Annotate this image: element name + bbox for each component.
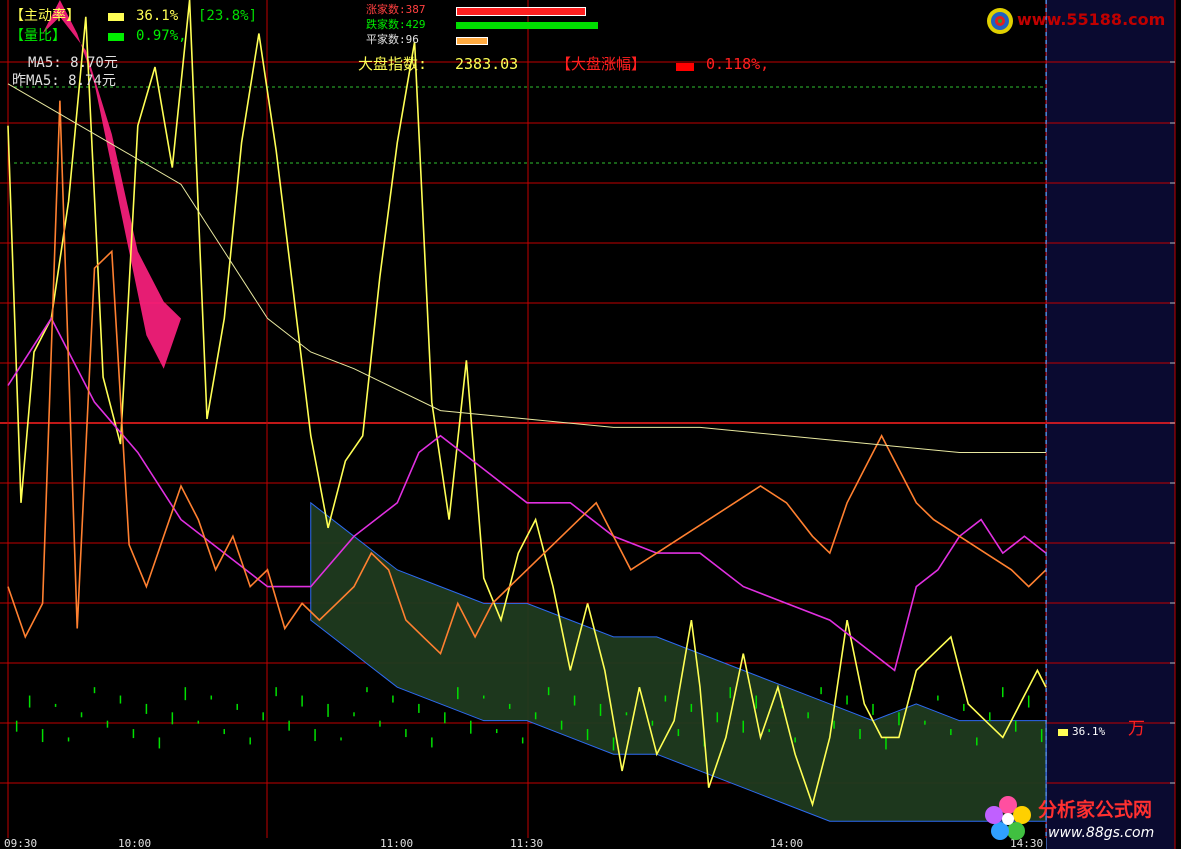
rise-count: 涨家数:387: [366, 3, 426, 16]
rise-bar: [456, 7, 586, 16]
time-label-1100: 11:00: [380, 837, 414, 849]
ma5-label: MA5: 8.70元: [28, 55, 118, 71]
time-label-0930: 09:30: [4, 837, 38, 849]
index-change-label: 【大盘涨幅】: [556, 55, 647, 73]
time-label-1400: 14:00: [770, 837, 804, 849]
zhudong-bracket: [23.8%]: [198, 8, 258, 24]
liangbi-value: 0.97%,: [136, 28, 187, 44]
logo-bottom-url: www.88gs.com: [1048, 825, 1155, 841]
time-label-1130: 11:30: [510, 837, 544, 849]
site-logo-top[interactable]: www.55188.com: [985, 6, 1175, 36]
annotation-swatch: [1058, 729, 1068, 736]
site-logo-bottom[interactable]: 分析家公式网 www.88gs.com: [982, 793, 1177, 845]
zhudong-label: 【主动率】: [10, 8, 80, 24]
chart-canvas: [0, 0, 1176, 849]
volume-band: [310, 501, 1047, 822]
index-change-swatch: [676, 63, 694, 71]
annotation-suffix: 万: [1128, 719, 1145, 739]
flower-logo-icon: [985, 796, 1031, 840]
time-label-1000: 10:00: [118, 837, 152, 849]
swirl-logo-icon: [987, 8, 1013, 34]
right-panel: [1046, 0, 1175, 849]
flat-count: 平家数:96: [366, 33, 419, 46]
logo-top-url: www.55188.com: [1017, 10, 1166, 29]
average-line: [7, 83, 1046, 454]
zhudong-value: 36.1%: [136, 8, 179, 24]
logo-bottom-name: 分析家公式网: [1038, 799, 1153, 821]
flat-bar: [456, 37, 488, 45]
index-value: 2383.03: [455, 55, 519, 73]
chart-root: 【主动率】 36.1% [23.8%] 【量比】 0.97%, MA5: 8.7…: [0, 0, 1181, 849]
liangbi-swatch: [108, 33, 124, 41]
annotation-value: 36.1%: [1072, 725, 1106, 738]
fall-bar: [456, 22, 598, 29]
fall-count: 跌家数:429: [366, 18, 426, 31]
zhudong-swatch: [108, 13, 124, 21]
index-label: 大盘指数:: [358, 55, 428, 73]
prev-ma5-label: 昨MA5: 8.74元: [12, 73, 116, 89]
liangbi-label: 【量比】: [10, 28, 66, 44]
index-change-value: 0.118%,: [706, 55, 770, 73]
series-line-orange: [7, 100, 1047, 656]
